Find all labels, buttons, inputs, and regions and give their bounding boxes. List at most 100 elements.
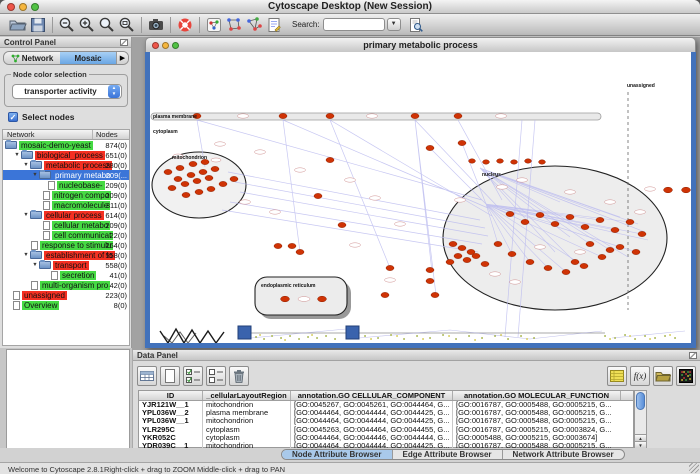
resize-grip[interactable]	[689, 463, 699, 473]
advanced-search-icon[interactable]	[406, 15, 426, 35]
expand-triangle-icon[interactable]: ▼	[22, 162, 30, 168]
create-attribute-icon[interactable]	[160, 366, 180, 386]
cell-id: YPL036W__1	[139, 417, 203, 425]
tree-row[interactable]: ▼biological_process651(0)	[3, 150, 129, 160]
tree-row[interactable]: mosaic-demo-yeast874(0)	[3, 140, 129, 150]
save-icon[interactable]	[28, 15, 48, 35]
node-color-dropdown[interactable]: transporter activity ▲▼	[12, 84, 122, 99]
select-nodes-checkbox[interactable]: ✓	[8, 112, 18, 122]
tree-row[interactable]: secretion41(0)	[3, 270, 129, 280]
network-window-title: primary metabolic process	[146, 40, 695, 50]
node-color-dropdown-value: transporter activity	[13, 87, 108, 96]
select-nodes-label: Select nodes	[22, 112, 74, 122]
attribute-matrix-icon[interactable]	[676, 366, 696, 386]
welcome-status: Welcome to Cytoscape 2.8.1	[8, 465, 104, 474]
table-row[interactable]: YLR295Ccytoplasm[GO:0045263, GO:0044464,…	[139, 426, 633, 434]
tree-row[interactable]: ▼metabolic process280(0)	[3, 160, 129, 170]
tree-count: 280(0)	[105, 161, 127, 170]
file-icon	[13, 291, 20, 300]
layout-a-icon[interactable]	[224, 15, 244, 35]
tab-network-attribute-browser[interactable]: Network Attribute Browser	[503, 450, 624, 459]
import-attributes-icon[interactable]	[653, 366, 673, 386]
tree-row[interactable]: cellular metabo209(0)	[3, 220, 129, 230]
tree-row[interactable]: response to stimulu264(0)	[3, 240, 129, 250]
network-view-window[interactable]: primary metabolic process	[145, 37, 696, 348]
search-input[interactable]	[323, 18, 385, 31]
tree-count: 311(0)	[106, 201, 127, 210]
tree-label: biological_process	[35, 151, 105, 160]
layout-b-icon[interactable]	[244, 15, 264, 35]
help-icon[interactable]	[175, 15, 195, 35]
file-icon	[48, 181, 55, 190]
attribute-list-icon[interactable]	[607, 366, 627, 386]
select-nodes-row: ✓ Select nodes	[8, 112, 74, 122]
snapshot-icon[interactable]	[146, 15, 166, 35]
tree-row[interactable]: Overview 8(0)	[3, 300, 129, 310]
window-titlebar[interactable]: Cytoscape Desktop (New Session)	[0, 0, 700, 14]
network-canvas[interactable]: plasma membrane cytoplasm mitochondrion …	[150, 52, 691, 343]
select-attributes-icon[interactable]	[183, 366, 203, 386]
tab-mosaic[interactable]: Mosaic	[60, 52, 116, 64]
expand-triangle-icon[interactable]: ▼	[22, 252, 30, 258]
cell-molecular: [GO:0016787, GO:0005488, GO:0005215, G..…	[453, 417, 621, 425]
search-dropdown-arrow[interactable]: ▼	[387, 18, 401, 31]
col-molecular-function[interactable]: annotation.GO MOLECULAR_FUNCTION	[453, 391, 621, 400]
table-row[interactable]: YPL036W__1mitochondrion[GO:0044464, GO:0…	[139, 417, 633, 425]
tab-node-attribute-browser[interactable]: Node Attribute Browser	[282, 450, 393, 459]
plugin-manager-icon[interactable]	[204, 15, 224, 35]
float-panel-icon[interactable]	[689, 352, 697, 359]
col-id[interactable]: ID	[139, 391, 203, 400]
tab-edge-attribute-browser[interactable]: Edge Attribute Browser	[393, 450, 503, 459]
open-file-icon[interactable]	[8, 15, 28, 35]
tree-row[interactable]: unassigned223(0)	[3, 290, 129, 300]
unselect-attributes-icon[interactable]	[206, 366, 226, 386]
cell-id: YJR121W__1	[139, 401, 203, 409]
tree-row[interactable]: macromolecule311(0)	[3, 200, 129, 210]
tab-overflow-arrow[interactable]: ▶	[116, 52, 128, 64]
tree-row[interactable]: cell communicat22(0)	[3, 230, 129, 240]
attribute-table-icon[interactable]	[137, 366, 157, 386]
tree-row[interactable]: ▼transport558(0)	[3, 260, 129, 270]
expand-triangle-icon[interactable]: ▼	[22, 212, 30, 218]
zoom-in-icon[interactable]	[77, 15, 97, 35]
scroll-up-button[interactable]: ▲	[635, 434, 646, 441]
zoom-fit-icon[interactable]	[97, 15, 117, 35]
tree-label: Overview	[22, 301, 59, 310]
tree-row[interactable]: nitrogen compo209(0)	[3, 190, 129, 200]
tree-row[interactable]: multi-organism pro42(0)	[3, 280, 129, 290]
tree-row[interactable]: ▼establishment of lo558(0)	[3, 250, 129, 260]
tree-label: unassigned	[22, 291, 67, 300]
cell-region: plasma membrane	[203, 409, 291, 417]
zoom-selected-icon[interactable]	[117, 15, 137, 35]
expand-triangle-icon[interactable]: ▼	[31, 172, 39, 178]
expand-triangle-icon[interactable]: ▼	[13, 152, 21, 158]
function-builder-icon[interactable]: f(x)	[630, 366, 650, 386]
tree-label: multi-organism pro	[40, 281, 110, 290]
table-row[interactable]: YKR052Ccytoplasm[GO:0044464, GO:0044446,…	[139, 434, 633, 442]
table-row[interactable]: YJR121W__1mitochondrion[GO:0045267, GO:0…	[139, 401, 633, 409]
cell-region: mitochondrion	[203, 401, 291, 409]
birdseye-view-panel[interactable]	[6, 349, 130, 455]
cell-id: YKR052C	[139, 434, 203, 442]
tree-count: 8(0)	[114, 301, 127, 310]
tree-row[interactable]: ▼cellular process614(0)	[3, 210, 129, 220]
data-panel-header: Data Panel	[133, 350, 700, 361]
col-region[interactable]: _cellularLayoutRegion	[203, 391, 291, 400]
col-cellular-component[interactable]: annotation.GO CELLULAR_COMPONENT	[291, 391, 453, 400]
expand-triangle-icon[interactable]: ▼	[31, 262, 39, 268]
annotation-icon[interactable]	[264, 15, 284, 35]
network-window-titlebar[interactable]: primary metabolic process	[145, 37, 696, 52]
float-panel-icon[interactable]	[120, 39, 128, 46]
table-row[interactable]: YPL036W__2plasma membrane[GO:0044464, GO…	[139, 409, 633, 417]
delete-attribute-icon[interactable]	[229, 366, 249, 386]
zoom-out-icon[interactable]	[57, 15, 77, 35]
scroll-down-button[interactable]: ▼	[635, 441, 646, 448]
tree-row-selected[interactable]: ▼primary metabo209(...	[3, 170, 129, 180]
table-scrollbar[interactable]: ▲ ▼	[634, 390, 647, 449]
folder-icon	[30, 211, 42, 219]
tree-count: 209(0)	[105, 181, 127, 190]
data-panel: Data Panel f(x)	[132, 350, 700, 448]
tree-row[interactable]: nucleobase-209(0)	[3, 180, 129, 190]
scrollbar-thumb[interactable]	[636, 392, 645, 410]
tab-network[interactable]: Network	[4, 52, 60, 64]
